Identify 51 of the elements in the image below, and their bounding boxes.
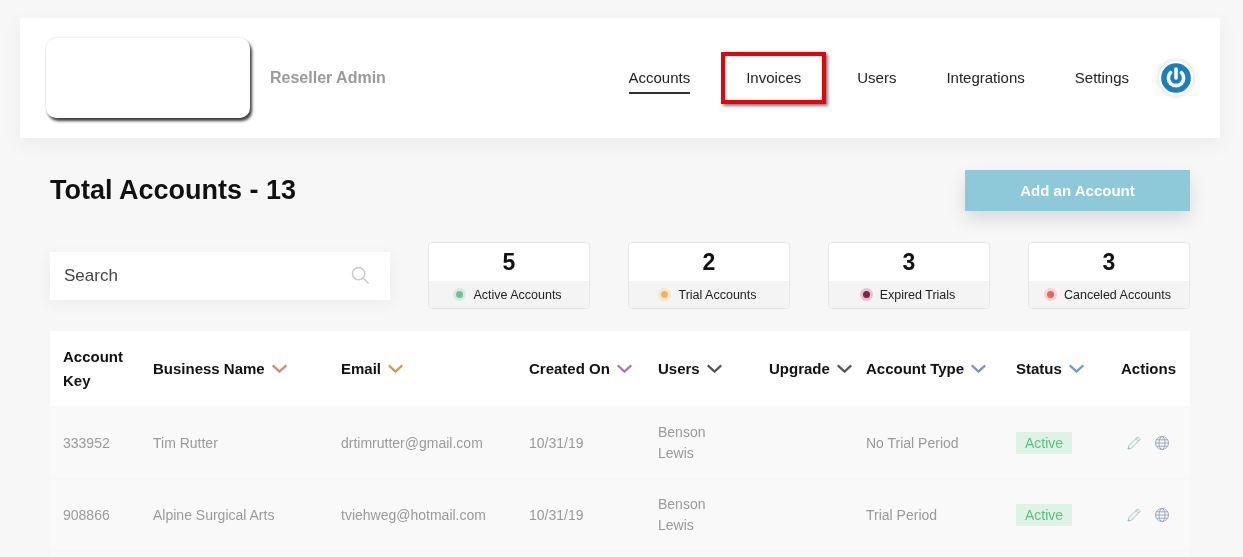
sort-caret-icon[interactable] — [835, 364, 853, 373]
nav-tab[interactable]: Invoices — [746, 62, 802, 94]
table-cell: 10/31/19 — [529, 507, 584, 523]
stat-count: 3 — [901, 247, 917, 277]
table-cell: Alpine Surgical Arts — [153, 507, 275, 523]
table-cell: 10/31/19 — [529, 435, 584, 451]
stat-count: 5 — [501, 247, 517, 277]
column-header[interactable]: Email — [341, 356, 382, 381]
table-cell: No Trial Period — [866, 435, 959, 451]
table-cell: 333952 — [63, 435, 110, 451]
table-cell: 908866 — [63, 507, 110, 523]
stat-label: Active Accounts — [473, 287, 562, 302]
table-cell: tviehweg@hotmail.com — [341, 507, 486, 523]
nav-tab[interactable]: Accounts — [628, 62, 691, 94]
sort-caret-icon[interactable] — [705, 364, 723, 373]
table-cell: drtimrutter@gmail.com — [341, 435, 483, 451]
search-icon — [351, 265, 370, 285]
edit-icon[interactable] — [1126, 507, 1142, 523]
column-header[interactable]: Created On — [529, 356, 610, 381]
stat-count: 3 — [1101, 247, 1117, 277]
page-title: Total Accounts - 13 — [50, 175, 297, 206]
status-badge: Active — [1016, 504, 1073, 526]
table-cell-text: Benson — [658, 423, 706, 442]
table-cell-text: Benson — [658, 495, 706, 514]
column-header: Actions — [1121, 358, 1176, 379]
globe-icon[interactable] — [1154, 507, 1170, 523]
table-cell-text: Lewis — [658, 516, 694, 535]
stat-label: Expired Trials — [879, 287, 956, 302]
status-badge: Active — [1016, 432, 1073, 454]
globe-icon[interactable] — [1154, 435, 1170, 451]
table-cell-text: Lewis — [658, 444, 694, 463]
column-header[interactable]: Business Name — [153, 356, 265, 381]
power-icon[interactable] — [1158, 60, 1194, 96]
stat-count: 2 — [701, 247, 717, 277]
column-header: Account Key — [63, 346, 124, 391]
column-header[interactable]: Users — [658, 356, 700, 381]
sort-caret-icon[interactable] — [970, 364, 988, 373]
edit-icon[interactable] — [1126, 435, 1142, 451]
search-field[interactable]: Search — [50, 251, 390, 300]
nav-tab[interactable]: Users — [857, 62, 897, 94]
nav-tab[interactable]: Integrations — [946, 62, 1025, 94]
table-cell: Trial Period — [866, 507, 938, 523]
column-header[interactable]: Account Type — [866, 356, 965, 381]
column-header[interactable]: Upgrade — [769, 356, 830, 381]
app-subtitle: Reseller Admin — [270, 69, 386, 87]
stat-label: Canceled Accounts — [1064, 287, 1171, 302]
stat-label: Trial Accounts — [678, 287, 757, 302]
nav-tab[interactable]: Settings — [1074, 62, 1129, 94]
table-cell: Tim Rutter — [153, 435, 218, 451]
sort-caret-icon[interactable] — [615, 364, 633, 373]
column-header[interactable]: Status — [1016, 356, 1062, 381]
